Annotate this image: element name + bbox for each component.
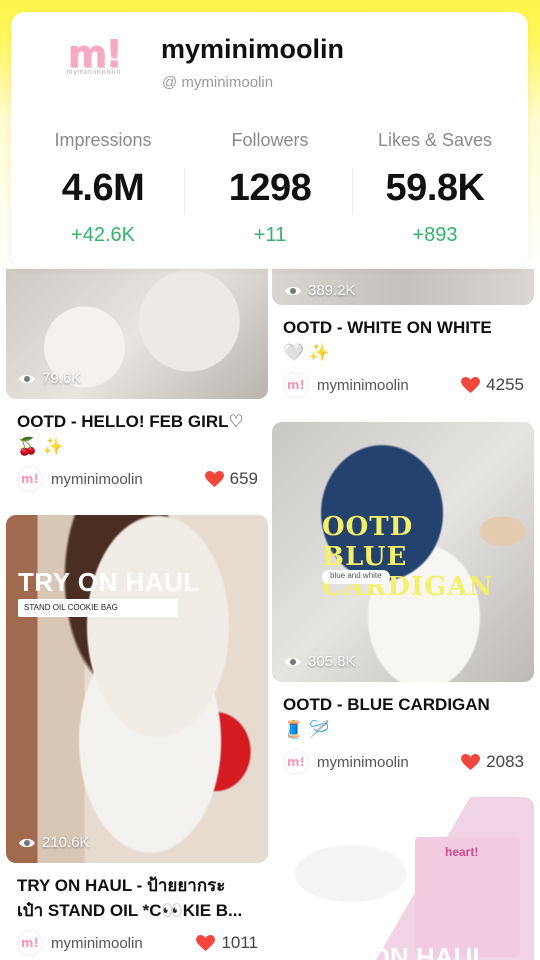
view-count: 305.8K: [284, 653, 356, 670]
post-image[interactable]: 389.2K: [272, 269, 534, 305]
author-name[interactable]: myminimoolin: [51, 935, 196, 952]
post-title[interactable]: OOTD - BLUE CARDIGAN 🧵 🪡: [283, 692, 524, 742]
stat-label: Followers: [231, 130, 309, 150]
author-avatar[interactable]: m!: [283, 372, 309, 398]
post-title-line2: 🤍 ✨: [283, 343, 331, 362]
like-count: 659: [229, 469, 258, 488]
post-card-heart[interactable]: heart! TRY ON HAUL: [272, 797, 534, 960]
profile-handle: @ myminimoolin: [162, 74, 274, 91]
image-overlay-pill: STAND OIL COOKIE BAG: [18, 599, 178, 617]
stat-delta: +893: [412, 224, 458, 246]
heart-label: heart!: [445, 845, 479, 859]
post-title[interactable]: TRY ON HAUL - ป้ายยากระ เป๋า STAND OIL *…: [17, 873, 258, 923]
like-count: 4255: [486, 375, 524, 394]
view-count: 389.2K: [284, 282, 356, 299]
post-title-line1: OOTD - WHITE ON WHITE: [283, 318, 492, 337]
author-avatar[interactable]: m!: [283, 749, 309, 775]
post-meta: m! myminimoolin 1011: [17, 929, 258, 957]
post-meta: m! myminimoolin 2083: [283, 748, 524, 776]
post-image[interactable]: TRY ON HAUL STAND OIL COOKIE BAG 210.6K: [6, 515, 268, 863]
stat-impressions[interactable]: Impressions 4.6M +42.6K: [18, 130, 188, 247]
author-name[interactable]: myminimoolin: [317, 377, 461, 394]
brand-logo-sub: myminimoolin: [66, 68, 122, 76]
stat-followers[interactable]: Followers 1298 +11: [185, 130, 355, 247]
brand-logo: m!: [67, 31, 123, 76]
heart-icon[interactable]: [461, 376, 481, 394]
product-card-graphic: heart!: [415, 837, 520, 957]
post-card-hello[interactable]: 79.6K OOTD - HELLO! FEB GIRL♡ 🍒 ✨ m! mym…: [6, 269, 268, 493]
eye-icon: [285, 657, 301, 666]
post-title[interactable]: OOTD - WHITE ON WHITE 🤍 ✨: [283, 315, 524, 365]
stat-value: 1298: [228, 167, 312, 209]
post-card-cardigan[interactable]: OOTD BLUE CARDIGAN blue and white 305.8K…: [272, 422, 534, 776]
image-overlay-title: OOTD BLUE CARDIGAN: [322, 512, 494, 602]
post-meta: m! myminimoolin 659: [17, 465, 258, 493]
heart-icon[interactable]: [461, 753, 481, 771]
stat-label: Impressions: [54, 130, 152, 150]
heart-icon[interactable]: [204, 470, 224, 488]
post-meta: m! myminimoolin 4255: [283, 371, 524, 399]
stat-likes-saves[interactable]: Likes & Saves 59.8K +893: [350, 130, 520, 247]
image-overlay-title: TRY ON HAUL: [312, 942, 489, 960]
like-count: 2083: [486, 752, 524, 771]
view-count-text: 79.6K: [42, 370, 82, 387]
stat-value: 59.8K: [385, 167, 485, 209]
heart-icon[interactable]: [196, 934, 216, 952]
post-title-line2: เป๋า STAND OIL *C👀KIE B...: [17, 901, 243, 920]
post-title-line1: TRY ON HAUL - ป้ายยากระ: [17, 876, 226, 895]
view-count: 210.6K: [18, 834, 90, 851]
post-image[interactable]: heart! TRY ON HAUL: [272, 797, 534, 960]
author-name[interactable]: myminimoolin: [51, 471, 205, 488]
post-title-line1: OOTD - HELLO! FEB GIRL♡: [17, 412, 244, 431]
post-card-white[interactable]: 389.2K OOTD - WHITE ON WHITE 🤍 ✨ m! mymi…: [272, 269, 534, 399]
post-title[interactable]: OOTD - HELLO! FEB GIRL♡ 🍒 ✨: [17, 409, 258, 459]
image-overlay-title: TRY ON HAUL: [18, 567, 200, 597]
like-count: 1011: [221, 933, 258, 952]
eye-icon: [285, 286, 301, 295]
post-title-line2: 🧵 🪡: [283, 720, 331, 739]
eye-icon: [19, 838, 35, 847]
post-title-line2: 🍒 ✨: [17, 437, 65, 456]
profile-header-card: m! myminimoolin myminimoolin @ myminimoo…: [11, 12, 528, 268]
eye-icon: [19, 374, 35, 383]
post-title-line1: OOTD - BLUE CARDIGAN: [283, 695, 490, 714]
post-card-tryon[interactable]: TRY ON HAUL STAND OIL COOKIE BAG 210.6K …: [6, 515, 268, 957]
stat-delta: +11: [253, 224, 287, 246]
profile-avatar[interactable]: m! myminimoolin: [51, 12, 137, 98]
view-count-text: 389.2K: [308, 282, 356, 299]
author-avatar[interactable]: m!: [17, 466, 43, 492]
view-count-text: 305.8K: [308, 653, 356, 670]
stat-label: Likes & Saves: [377, 130, 493, 150]
post-image[interactable]: OOTD BLUE CARDIGAN blue and white 305.8K: [272, 422, 534, 682]
profile-username: myminimoolin: [161, 34, 345, 64]
image-overlay-pill: blue and white: [322, 570, 390, 584]
post-image[interactable]: 79.6K: [6, 269, 268, 399]
stats-row: Impressions 4.6M +42.6K Followers 1298 +…: [11, 130, 528, 250]
stat-delta: +42.6K: [71, 224, 135, 246]
stat-value: 4.6M: [61, 167, 145, 209]
author-avatar[interactable]: m!: [17, 930, 43, 956]
view-count-text: 210.6K: [42, 834, 90, 851]
author-name[interactable]: myminimoolin: [317, 754, 461, 771]
view-count: 79.6K: [18, 370, 81, 387]
